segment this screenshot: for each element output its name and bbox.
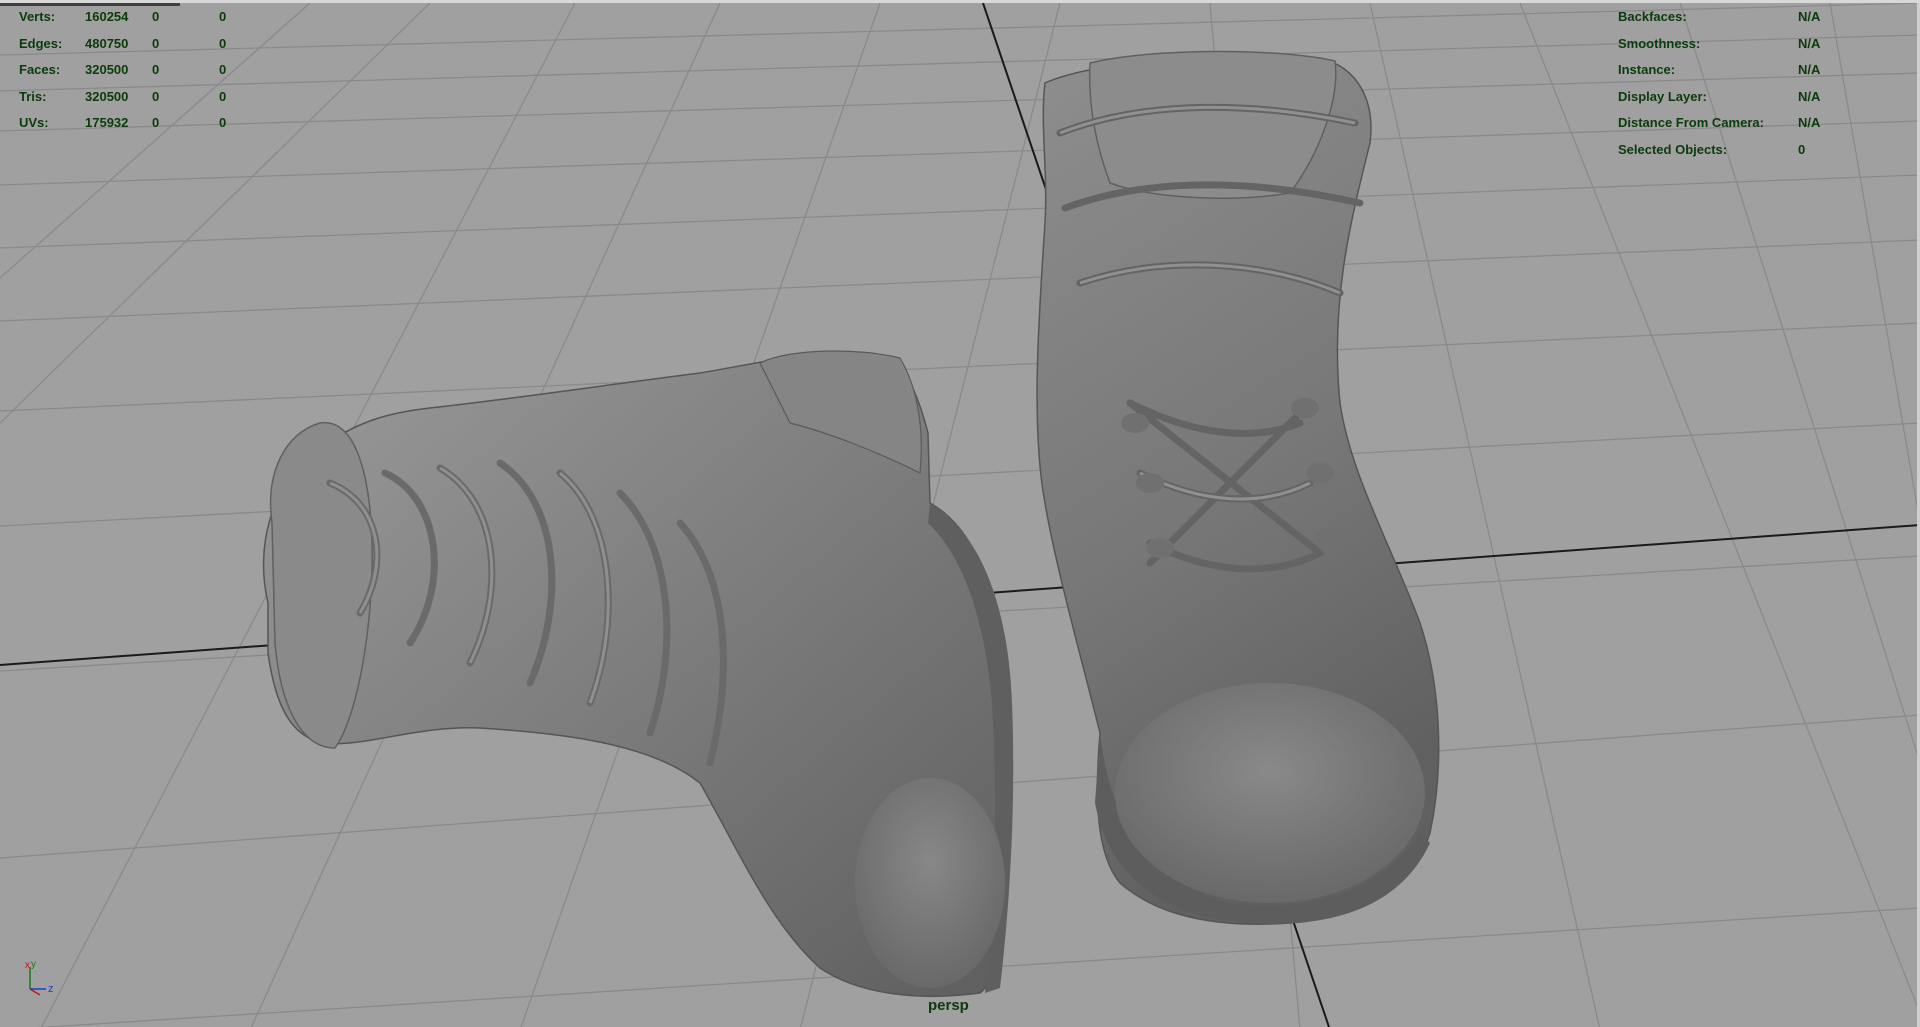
perspective-viewport[interactable]: Verts: 160254 0 0 Edges: 480750 0 0 Face… [0,0,1920,1027]
hud-row-display-layer: Display Layer: N/A [1618,84,1878,111]
hud-label: Verts: [19,9,56,24]
axis-x-label: x [25,960,30,971]
view-axis-gizmo-icon: x y z [25,959,54,996]
hud-selected: 0 [152,9,160,24]
hud-row-verts: Verts: 160254 0 0 [19,4,279,31]
hud-component: 0 [219,62,227,77]
hud-label: Selected Objects: [1618,141,1728,157]
hud-component: 0 [219,115,227,130]
hud-row-smoothness: Smoothness: N/A [1618,31,1878,58]
camera-name-label: persp [928,997,969,1014]
hud-value: N/A [1798,35,1821,51]
hud-row-uvs: UVs: 175932 0 0 [19,110,279,137]
hud-row-backfaces: Backfaces: N/A [1618,4,1878,31]
hud-total: 480750 [85,35,129,51]
hud-selected: 0 [152,62,160,77]
axis-z-label: z [48,983,54,995]
poly-count-hud: Verts: 160254 0 0 Edges: 480750 0 0 Face… [19,4,279,137]
hud-row-instance: Instance: N/A [1618,57,1878,84]
axis-x-line [29,988,41,996]
hud-label: Backfaces: [1618,9,1687,24]
hud-value: N/A [1798,9,1821,24]
hud-row-selected-objects: Selected Objects: 0 [1618,137,1878,164]
hud-selected: 0 [152,35,160,51]
hud-total: 160254 [85,9,129,24]
object-details-hud: Backfaces: N/A Smoothness: N/A Instance:… [1618,4,1878,163]
boot-mesh-standing[interactable] [1036,50,1440,925]
hud-label: Edges: [19,35,63,51]
boot-mesh-lying[interactable] [262,350,1014,998]
hud-component: 0 [219,88,227,104]
hud-row-tris: Tris: 320500 0 0 [19,84,279,111]
hud-label: Display Layer: [1618,88,1707,104]
hud-row-distance-from-camera: Distance From Camera: N/A [1618,110,1878,137]
hud-value: 0 [1798,141,1806,157]
hud-label: Tris: [19,88,47,104]
hud-label: Faces: [19,62,61,77]
axis-y-label: y [31,959,36,970]
hud-component: 0 [219,9,227,24]
hud-row-faces: Faces: 320500 0 0 [19,57,279,84]
hud-total: 320500 [85,88,129,104]
hud-selected: 0 [152,88,160,104]
hud-total: 320500 [85,62,129,77]
hud-value: N/A [1798,88,1821,104]
hud-label: UVs: [19,115,49,130]
hud-component: 0 [219,35,227,51]
hud-value: N/A [1798,115,1821,130]
hud-label: Instance: [1618,62,1676,77]
hud-label: Distance From Camera: [1618,115,1764,130]
hud-selected: 0 [152,115,160,130]
hud-value: N/A [1798,62,1821,77]
hud-total: 175932 [85,115,129,130]
hud-label: Smoothness: [1618,35,1701,51]
hud-row-edges: Edges: 480750 0 0 [19,31,279,58]
